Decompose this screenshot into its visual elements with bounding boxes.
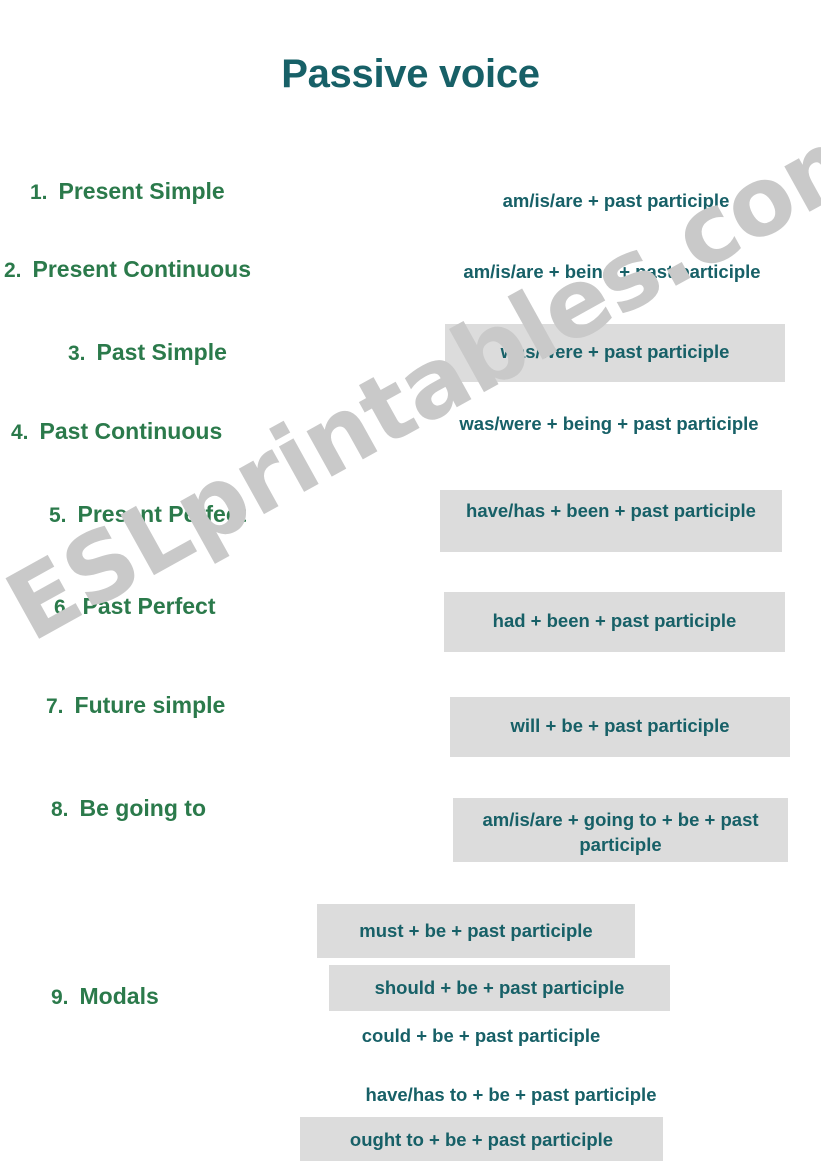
tense-number: 2. bbox=[4, 259, 22, 282]
tense-number: 8. bbox=[51, 798, 69, 821]
tense-number: 4. bbox=[11, 421, 29, 444]
tense-label: Present Simple bbox=[58, 178, 225, 204]
formula-be-going-to: am/is/are + going to + be + past partici… bbox=[453, 798, 788, 862]
formula-present-perfect: have/has + been + past participle bbox=[440, 490, 782, 552]
formula-present-continuous: am/is/are + being + past participle bbox=[463, 261, 761, 282]
tense-number: 3. bbox=[68, 342, 86, 365]
tense-label: Modals bbox=[79, 983, 159, 1009]
tense-label: Past Continuous bbox=[39, 418, 223, 444]
tense-label: Future simple bbox=[74, 692, 226, 718]
tense-item-2: 2. Present Continuous bbox=[4, 256, 251, 283]
tense-label: Present Perfect bbox=[77, 501, 247, 527]
formula-past-simple: was/were + past participle bbox=[445, 324, 785, 382]
tense-label: Be going to bbox=[79, 795, 206, 821]
page-title: Passive voice bbox=[281, 52, 540, 96]
modal-formula-must: must + be + past participle bbox=[317, 904, 635, 958]
tense-label: Present Continuous bbox=[32, 256, 252, 282]
formula-future-simple: will + be + past participle bbox=[450, 697, 790, 757]
tense-number: 9. bbox=[51, 986, 69, 1009]
formula-past-perfect: had + been + past participle bbox=[444, 592, 785, 652]
modal-formula-should: should + be + past participle bbox=[329, 965, 670, 1011]
tense-number: 6. bbox=[54, 596, 72, 619]
tense-item-9: 9. Modals bbox=[51, 983, 159, 1010]
modal-formula-could: could + be + past participle bbox=[361, 1025, 601, 1046]
formula-present-simple: am/is/are + past participle bbox=[502, 190, 730, 211]
tense-item-1: 1. Present Simple bbox=[30, 178, 225, 205]
tense-item-3: 3. Past Simple bbox=[68, 339, 227, 366]
tense-item-4: 4. Past Continuous bbox=[11, 418, 222, 445]
tense-number: 7. bbox=[46, 695, 64, 718]
modal-formula-ought-to: ought to + be + past participle bbox=[300, 1117, 663, 1161]
tense-label: Past Perfect bbox=[82, 593, 216, 619]
tense-number: 1. bbox=[30, 181, 48, 204]
worksheet-page: ESLprintables.com Passive voice 1. Presen… bbox=[0, 0, 821, 1161]
tense-label: Past Simple bbox=[96, 339, 227, 365]
tense-item-5: 5. Present Perfect bbox=[49, 501, 246, 528]
tense-item-6: 6. Past Perfect bbox=[54, 593, 215, 620]
tense-item-8: 8. Be going to bbox=[51, 795, 206, 822]
modal-formula-have-has-to: have/has to + be + past participle bbox=[365, 1084, 657, 1105]
tense-item-7: 7. Future simple bbox=[46, 692, 225, 719]
formula-past-continuous: was/were + being + past participle bbox=[459, 413, 759, 434]
tense-number: 5. bbox=[49, 504, 67, 527]
